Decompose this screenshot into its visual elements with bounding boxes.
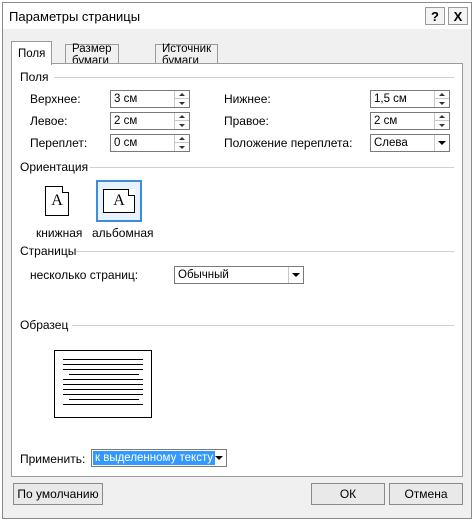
apply-to-value: к выделенному тексту <box>93 451 216 465</box>
spin-up-icon[interactable] <box>175 135 189 143</box>
right-margin-label: Правое: <box>224 114 269 128</box>
gutter-spinner[interactable]: 0 см <box>110 134 190 152</box>
orientation-group-title: Ориентация <box>20 160 89 174</box>
divider <box>54 77 454 78</box>
bottom-margin-value: 1,5 см <box>374 93 407 105</box>
right-margin-value: 2 см <box>374 115 398 127</box>
portrait-label[interactable]: книжная <box>36 226 82 240</box>
landscape-button[interactable]: A <box>96 180 142 222</box>
portrait-button[interactable]: A <box>34 180 80 222</box>
multiple-pages-label: несколько страниц: <box>30 268 139 282</box>
spin-up-icon[interactable] <box>435 113 449 121</box>
help-button[interactable]: ? <box>425 7 445 25</box>
chevron-down-icon[interactable] <box>288 267 303 283</box>
right-margin-spinner[interactable]: 2 см <box>370 112 450 130</box>
portrait-page-icon: A <box>45 186 69 216</box>
bottom-margin-label: Нижнее: <box>224 92 271 106</box>
spin-down-icon[interactable] <box>435 99 449 107</box>
portrait-icon-letter: A <box>51 192 63 209</box>
left-margin-label: Левое: <box>30 114 68 128</box>
spin-up-icon[interactable] <box>175 91 189 99</box>
divider <box>72 325 454 326</box>
spin-down-icon[interactable] <box>175 121 189 129</box>
multiple-pages-value: Обычный <box>178 269 229 281</box>
chevron-down-icon[interactable] <box>211 450 226 466</box>
gutter-value: 0 см <box>114 137 138 149</box>
gutter-position-label: Положение переплета: <box>224 136 353 150</box>
left-margin-value: 2 см <box>114 115 138 127</box>
chevron-down-icon[interactable] <box>434 135 449 151</box>
divider <box>90 167 454 168</box>
landscape-label[interactable]: альбомная <box>92 226 154 240</box>
title-bar: Параметры страницы ? X <box>3 3 471 29</box>
tab-paper-size[interactable]: Размер бумаги <box>65 43 119 67</box>
tab-panel: Поля Верхнее: 3 см Левое: 2 см Переплет:… <box>11 63 463 477</box>
spin-up-icon[interactable] <box>175 113 189 121</box>
apply-label: Применить: <box>20 452 86 466</box>
spin-down-icon[interactable] <box>435 121 449 129</box>
tab-paper-source[interactable]: Источник бумаги <box>155 43 219 67</box>
tab-margins[interactable]: Поля <box>11 41 53 65</box>
landscape-icon-letter: A <box>113 192 125 209</box>
divider <box>76 251 454 252</box>
default-button[interactable]: По умолчанию <box>13 483 103 505</box>
spin-down-icon[interactable] <box>175 99 189 107</box>
close-button[interactable]: X <box>448 7 468 25</box>
spin-up-icon[interactable] <box>435 91 449 99</box>
multiple-pages-select[interactable]: Обычный <box>174 266 304 284</box>
preview-group-title: Образец <box>20 318 69 332</box>
bottom-margin-spinner[interactable]: 1,5 см <box>370 90 450 108</box>
gutter-position-select[interactable]: Слева <box>370 134 450 152</box>
top-margin-spinner[interactable]: 3 см <box>110 90 190 108</box>
ok-button[interactable]: ОК <box>311 483 385 505</box>
apply-to-select[interactable]: к выделенному тексту <box>91 449 227 467</box>
gutter-position-value: Слева <box>374 137 408 149</box>
preview-page <box>54 350 152 418</box>
dialog-title: Параметры страницы <box>9 9 141 24</box>
landscape-page-icon: A <box>103 189 135 213</box>
pages-group-title: Страницы <box>20 244 77 258</box>
gutter-label: Переплет: <box>30 136 88 150</box>
cancel-button[interactable]: Отмена <box>389 483 463 505</box>
left-margin-spinner[interactable]: 2 см <box>110 112 190 130</box>
page-setup-dialog: Параметры страницы ? X Поля Размер бумаг… <box>2 2 472 519</box>
top-margin-value: 3 см <box>114 93 138 105</box>
margins-group-title: Поля <box>20 70 49 84</box>
spin-down-icon[interactable] <box>175 143 189 151</box>
top-margin-label: Верхнее: <box>30 92 81 106</box>
